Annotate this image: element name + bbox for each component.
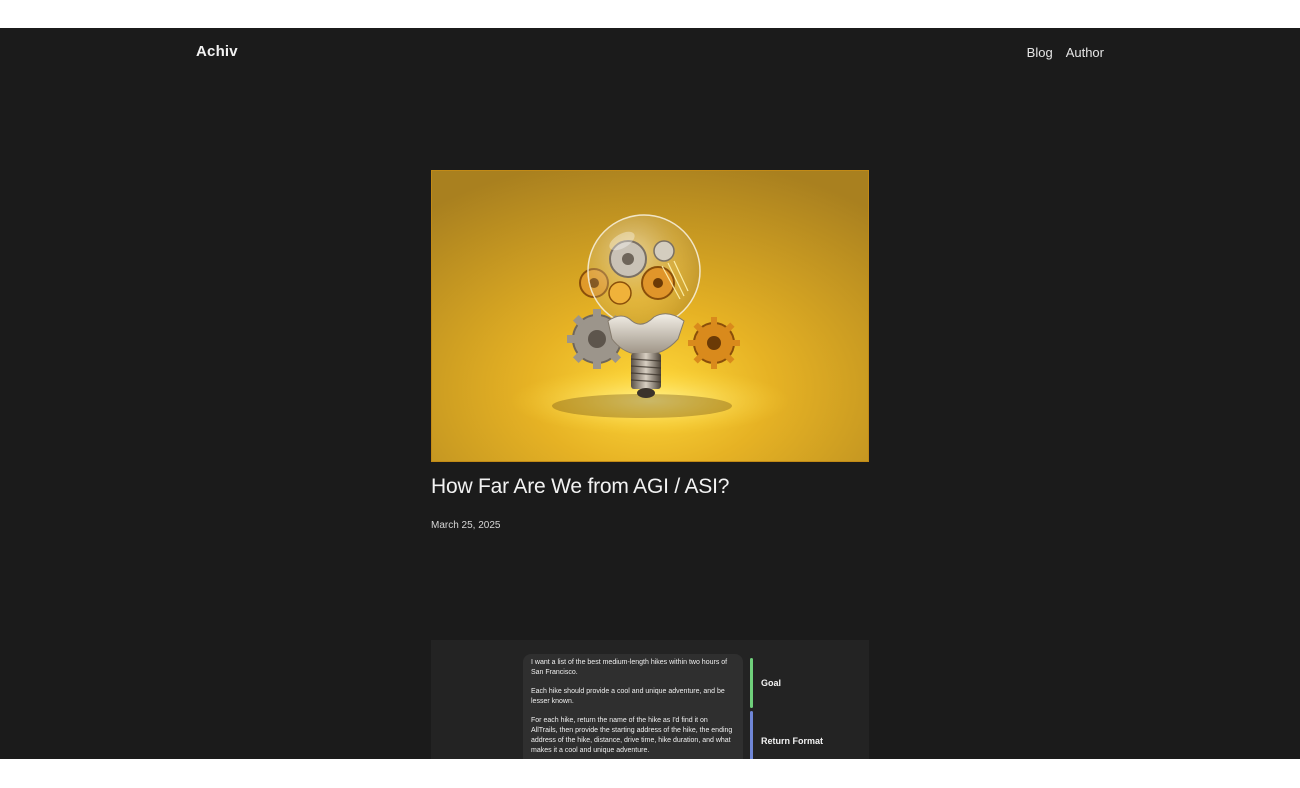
tag-goal-bar [750,658,753,708]
lightbulb-gears-illustration [432,171,868,461]
tag-return-format-bar [750,711,753,759]
nav-link-blog[interactable]: Blog [1027,45,1053,60]
top-nav: Achiv Blog Author [0,28,1300,78]
tag-return-format-label: Return Format [761,736,824,746]
post-title[interactable]: How Far Are We from AGI / ASI? [431,475,729,499]
prompt-paragraph: Each hike should provide a cool and uniq… [531,688,725,705]
site-logo[interactable]: Achiv [196,43,238,60]
page: Achiv Blog Author How Far Are We from AG… [0,28,1300,759]
tag-return-format: Return Format [750,711,823,759]
prompt-bubble: I want a list of the best medium-length … [523,654,743,759]
prompt-paragraph: For each hike, return the name of the hi… [531,717,733,754]
prompt-paragraph: I want a list of the best medium-length … [531,659,728,676]
nav-links: Blog Author [1027,45,1104,60]
post-date: March 25, 2025 [431,520,501,531]
nav-link-author[interactable]: Author [1066,45,1104,60]
prompt-structure-image: I want a list of the best medium-length … [431,640,869,759]
tag-goal-label: Goal [761,678,782,688]
hero-image [431,170,869,462]
tag-goal: Goal [750,658,781,708]
